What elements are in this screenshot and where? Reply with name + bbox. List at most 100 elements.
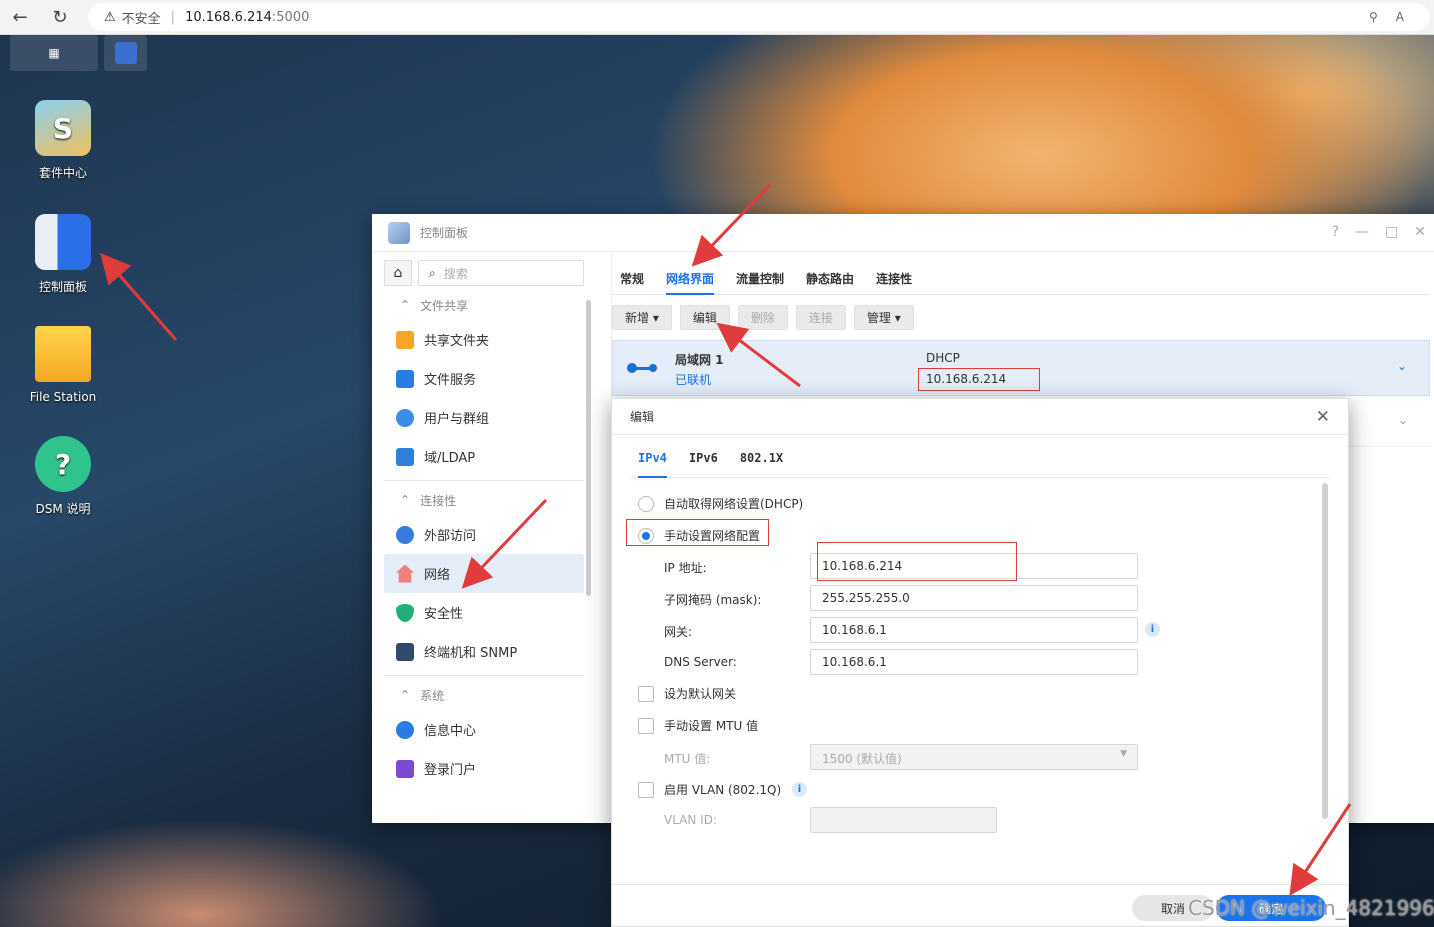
radio-dhcp[interactable]: 自动取得网络设置(DHCP) [638,495,803,512]
tab-traffic-control[interactable]: 流量控制 [736,270,784,294]
dialog-scrollbar[interactable] [1322,483,1328,819]
vlan-id-field[interactable] [810,807,997,833]
warning-icon: ⚠ [104,9,116,25]
close-icon[interactable]: ✕ [1316,407,1330,427]
sidebar-item-users-groups[interactable]: 用户与群组 [384,398,584,437]
add-button[interactable]: 新增 ▾ [612,305,672,330]
reload-icon[interactable]: ↻ [40,0,80,35]
checkbox[interactable] [638,781,654,798]
tab-ipv4[interactable]: IPv4 [638,451,667,478]
ip-label: IP 地址: [664,561,707,575]
group-label: 系统 [420,688,445,703]
desktop-icon-label: 控制面板 [38,280,87,294]
chevron-up-icon: ⌃ [400,298,411,312]
chevron-up-icon: ⌃ [400,688,411,702]
sidebar-item-info-center[interactable]: 信息中心 [384,710,584,749]
sidebar-item-label: 外部访问 [424,529,477,544]
radio-button[interactable] [638,495,654,512]
checkbox[interactable] [638,685,654,702]
subnet-mask-field[interactable]: 255.255.255.0 [810,585,1138,611]
folder-icon [35,326,91,382]
sidebar-item-external-access[interactable]: 外部访问 [384,515,584,554]
sidebar-scrollbar[interactable] [586,300,591,596]
sidebar-item-label: 域/LDAP [424,451,476,466]
package-center-icon: S [35,100,91,156]
mtu-value: 1500 (默认值) [822,752,902,766]
shield-icon [396,603,414,622]
gateway-field[interactable]: 10.168.6.1 [810,617,1138,643]
tab-8021x[interactable]: 802.1X [740,451,783,477]
watermark: CSDN @weixin_48219966 [1188,896,1434,920]
sidebar-item-network[interactable]: 网络 [384,554,584,593]
desktop-icon-file-station[interactable]: File Station [8,326,118,404]
tab-connectivity[interactable]: 连接性 [876,270,912,294]
desktop-icon-label: DSM 说明 [35,502,91,516]
checkbox-manual-mtu[interactable]: 手动设置 MTU 值 [638,717,758,734]
help-icon[interactable]: ? [1332,224,1339,240]
interface-row-lan1[interactable]: 局域网 1 已联机 DHCP 10.168.6.214 ⌄ [612,340,1430,396]
tab-general[interactable]: 常规 [620,270,644,294]
sidebar-item-login-portal[interactable]: 登录门户 [384,749,584,788]
sidebar-item-domain-ldap[interactable]: 域/LDAP [384,437,584,476]
browser-extra-icons[interactable]: ⚲A [1369,10,1422,24]
help-icon: ? [35,436,91,492]
dialog-tab-bar: IPv4 IPv6 802.1X [630,451,1330,478]
edit-button[interactable]: 编辑 [679,305,730,330]
search-icon: ⌕ [429,265,436,280]
sidebar-group-system[interactable]: ⌃ 系统 [384,680,584,710]
desktop-icon-control-panel[interactable]: 控制面板 [8,214,118,295]
dns-server-field[interactable]: 10.168.6.1 [810,649,1138,675]
checkbox-vlan[interactable]: 启用 VLAN (802.1Q) [638,781,781,798]
login-portal-icon [396,759,414,778]
window-titlebar[interactable]: 控制面板 ? — □ ✕ [372,214,1434,252]
radio-label: 自动取得网络设置(DHCP) [664,497,804,511]
sidebar-item-label: 安全性 [424,607,464,622]
desktop-icon-package-center[interactable]: S 套件中心 [8,100,118,181]
back-icon[interactable]: ← [0,0,40,35]
sidebar-item-file-services[interactable]: 文件服务 [384,359,584,398]
main-menu-button[interactable]: ▦ [10,35,98,71]
manage-button[interactable]: 管理 ▾ [853,305,914,330]
sidebar-group-file-sharing[interactable]: ⌃ 文件共享 [384,290,584,320]
search-placeholder: 搜索 [443,266,468,281]
checkbox-label: 手动设置 MTU 值 [664,719,759,733]
address-bar[interactable]: ⚠ 不安全 | 10.168.6.214 :5000 ⚲A [88,3,1430,31]
group-label: 文件共享 [420,298,469,313]
tab-static-route[interactable]: 静态路由 [806,270,854,294]
search-input[interactable]: ⌕ 搜索 [418,260,584,286]
control-panel-icon [388,221,410,244]
interface-mode: DHCP [926,351,960,365]
chevron-down-icon[interactable]: ⌄ [1398,413,1408,427]
window-title: 控制面板 [420,226,469,240]
info-icon [396,720,414,739]
mtu-label: MTU 值: [664,752,711,766]
delete-button[interactable]: 删除 [737,305,788,330]
sidebar-item-label: 信息中心 [424,724,477,739]
sidebar-item-shared-folder[interactable]: 共享文件夹 [384,320,584,359]
dialog-titlebar[interactable]: 编辑 ✕ [612,399,1348,435]
security-label: 不安全 [121,11,161,27]
chevron-down-icon[interactable]: ⌄ [1397,359,1407,373]
mtu-select[interactable]: 1500 (默认值) ▼ [810,744,1138,770]
edit-dialog: 编辑 ✕ IPv4 IPv6 802.1X 自动取得网络设置(DHCP) 手动设… [611,398,1349,927]
sidebar-item-security[interactable]: 安全性 [384,593,584,632]
tab-network-interface[interactable]: 网络界面 [666,270,715,295]
connect-button[interactable]: 连接 [795,305,846,330]
info-icon[interactable]: i [1145,622,1160,637]
sidebar-group-connectivity[interactable]: ⌃ 连接性 [384,485,584,515]
terminal-icon [396,642,414,661]
sidebar-item-label: 网络 [424,568,451,583]
checkbox-default-gateway[interactable]: 设为默认网关 [638,685,736,702]
minimize-icon[interactable]: — [1355,224,1369,240]
info-icon[interactable]: i [792,782,807,797]
tab-ipv6[interactable]: IPv6 [689,451,718,477]
close-icon[interactable]: ✕ [1414,224,1426,240]
checkbox[interactable] [638,717,654,734]
desktop-icon-dsm-help[interactable]: ? DSM 说明 [8,436,118,517]
vlan-id-label: VLAN ID: [664,813,717,827]
maximize-icon[interactable]: □ [1385,224,1398,240]
sidebar-item-terminal-snmp[interactable]: 终端机和 SNMP [384,632,584,671]
mask-label: 子网掩码 (mask): [664,593,762,607]
home-button[interactable]: ⌂ [384,260,412,286]
taskbar-control-panel-button[interactable] [104,35,147,71]
